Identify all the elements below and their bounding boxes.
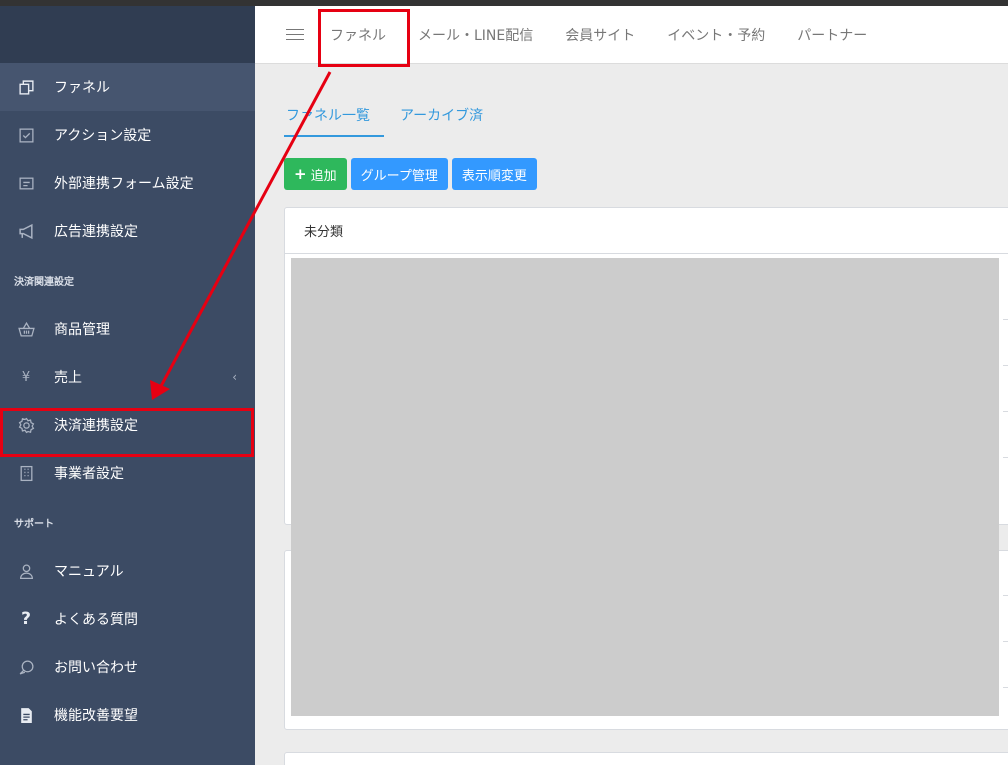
- tab-partner[interactable]: パートナー: [797, 25, 867, 45]
- funnel-group-card: [284, 752, 1008, 765]
- tab-mail-line[interactable]: メール・LINE配信: [418, 25, 533, 45]
- sidebar-item-label: 商品管理: [54, 322, 110, 338]
- checkbox-icon: [16, 125, 36, 145]
- redacted-content: [291, 258, 999, 716]
- row-divider: [1003, 365, 1008, 366]
- sidebar-item-label: よくある質問: [54, 612, 138, 628]
- sidebar-item-label: 事業者設定: [54, 466, 124, 482]
- group-manage-button[interactable]: グループ管理: [350, 158, 448, 190]
- sidebar-item-feature-request[interactable]: 機能改善要望: [0, 691, 255, 739]
- subtab-funnel-list[interactable]: ファネル一覧: [284, 100, 384, 137]
- sidebar-item-label: 機能改善要望: [54, 708, 138, 724]
- megaphone-icon: [16, 221, 36, 241]
- sidebar-item-faq[interactable]: ? よくある質問: [0, 595, 255, 643]
- sidebar-item-label: お問い合わせ: [54, 660, 138, 676]
- card-title: 未分類: [285, 208, 1008, 254]
- sidebar-item-funnel[interactable]: ファネル: [0, 63, 255, 111]
- row-divider: [1003, 411, 1008, 412]
- sidebar-item-sales[interactable]: ¥ 売上 ‹: [0, 353, 255, 401]
- highlight-box-payment-integration: [0, 408, 254, 457]
- row-divider: [1003, 687, 1008, 688]
- sidebar-item-external-form[interactable]: 外部連携フォーム設定: [0, 159, 255, 207]
- add-button-label: 追加: [310, 168, 337, 184]
- sidebar-item-label: 外部連携フォーム設定: [54, 176, 194, 192]
- sidebar-item-products[interactable]: 商品管理: [0, 305, 255, 353]
- row-divider: [1003, 457, 1008, 458]
- add-button[interactable]: + 追加: [284, 158, 347, 190]
- action-buttons: + 追加 グループ管理 表示順変更: [284, 158, 541, 190]
- sidebar-item-label: ファネル: [54, 80, 110, 96]
- sidebar-item-ad-settings[interactable]: 広告連携設定: [0, 207, 255, 255]
- sidebar-item-label: 売上: [54, 370, 82, 386]
- chat-icon: [16, 657, 36, 677]
- sidebar-item-contact[interactable]: お問い合わせ: [0, 643, 255, 691]
- tab-member-site[interactable]: 会員サイト: [565, 25, 635, 45]
- subtab-bar: ファネル一覧 アーカイブ済: [284, 100, 499, 137]
- highlight-box-funnel-tab: [318, 9, 410, 67]
- row-divider: [1003, 595, 1008, 596]
- sidebar-item-manual[interactable]: マニュアル: [0, 547, 255, 595]
- building-icon: [16, 463, 36, 483]
- yen-icon: ¥: [21, 369, 31, 385]
- copy-icon: [16, 77, 36, 97]
- sidebar-section-support: サポート: [14, 518, 54, 530]
- sidebar: ファネル アクション設定 外部連携フォーム設定 広告連携設定 決済関連設定 商品…: [0, 6, 255, 765]
- tab-event-reservation[interactable]: イベント・予約: [667, 25, 765, 45]
- plus-icon: +: [294, 165, 307, 183]
- sidebar-item-action-settings[interactable]: アクション設定: [0, 111, 255, 159]
- sidebar-brand: [0, 6, 255, 63]
- sidebar-item-label: マニュアル: [54, 564, 124, 580]
- row-divider: [1003, 641, 1008, 642]
- form-icon: [16, 173, 36, 193]
- subtab-archived[interactable]: アーカイブ済: [398, 100, 485, 137]
- row-divider: [1003, 319, 1008, 320]
- user-icon: [16, 561, 36, 581]
- hamburger-menu-icon[interactable]: [286, 25, 304, 44]
- sidebar-item-label: アクション設定: [54, 128, 152, 144]
- sidebar-item-label: 広告連携設定: [54, 224, 138, 240]
- sidebar-section-payment: 決済関連設定: [14, 276, 74, 288]
- basket-icon: [16, 319, 36, 339]
- question-icon: ?: [21, 609, 31, 629]
- chevron-left-icon: ‹: [232, 370, 237, 384]
- display-order-button[interactable]: 表示順変更: [451, 158, 537, 190]
- document-icon: [16, 705, 36, 725]
